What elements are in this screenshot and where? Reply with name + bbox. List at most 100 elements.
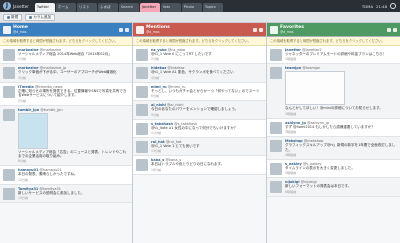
column-notice[interactable]: この領域を取得すると時間が短縮されます。どちらをクリックしてください。 [0, 37, 132, 46]
tab-photo[interactable]: Photo [181, 3, 202, 12]
avatar[interactable] [270, 181, 282, 194]
column-notice[interactable]: この領域を取得すると時間が短縮されます。どちらをクリックしてください。 [267, 37, 400, 46]
column-tools [119, 27, 129, 32]
tweet-time: 1分前 [18, 57, 27, 62]
tweet-body: 正確に知らせの場所を発表できる。位置情報やSNSで写真を共有できるWebサービス… [18, 88, 127, 98]
app-brand: J Janetter [0, 2, 32, 10]
close-icon[interactable] [125, 27, 129, 32]
tweet-header: teamjpn @teamjpn [285, 66, 321, 71]
tweet-item[interactable]: markezine @markezine ソーシャルメディア総会 2014年We… [0, 46, 132, 65]
column-mentions: Mentions @d_mas この領域を取得すると時間が短縮されます。どちらをク… [133, 23, 267, 243]
tab-twitter[interactable]: Twitter [34, 3, 55, 12]
tweet-item[interactable]: ashlynn_jp @ashlynn_jp すず @hami2014 もしかし… [267, 118, 400, 138]
home-icon [3, 25, 11, 34]
tab-home[interactable]: ホーム [55, 3, 76, 12]
column-notice[interactable]: この領域を取得すると時間が短縮されます。どちらをクリックしてください。 [133, 37, 266, 46]
tweet-item[interactable]: rui_hat @rui_hat @t1_1 Vote 1 とても良いです 13… [133, 138, 266, 157]
tweet-time: 16分前 [151, 167, 162, 172]
tweet-item[interactable]: s_takahash @s_takahash @t1_Vote A1 女性の中に… [133, 119, 266, 139]
column-title: Favorites @d_mas [280, 25, 305, 34]
column-favorites: Favorites @d_mas この領域を取得すると時間が短縮されます。どちらを… [267, 23, 400, 243]
tweet-time: 4時間前 [285, 153, 297, 158]
tweet-item[interactable]: tumblr_jpn @tumblr_jpn ソーシャルメディア総会「広告」のニ… [0, 105, 132, 167]
refresh-icon[interactable] [119, 27, 123, 32]
tweet-image[interactable] [18, 112, 48, 149]
star-icon [270, 25, 278, 34]
refresh-icon[interactable] [387, 27, 391, 32]
tweet-image[interactable] [285, 71, 345, 106]
avatar[interactable] [3, 67, 15, 80]
tweet-time: 11分前 [151, 131, 162, 136]
tweet-time: 13分前 [151, 149, 162, 154]
avatar[interactable] [136, 104, 148, 117]
tab-favs[interactable]: ふぁぼ [97, 3, 118, 12]
tweet-time: 5時間前 [285, 171, 297, 176]
tweet-time: 5分前 [18, 98, 27, 103]
tweet-item[interactable]: s_oakley @s_oakley タイムラインの表示を大きく変更しました。 … [267, 160, 400, 179]
avatar[interactable] [3, 187, 15, 200]
pencil-icon [7, 15, 10, 19]
tweet-item[interactable]: ITmedia @itmedia_news 正確に知らせの場所を発表できる。位置… [0, 82, 132, 106]
avatar[interactable] [136, 122, 148, 135]
tweet-item[interactable]: kana_s @kana_s 本日はトラブルや色とりどりの日になれます。 16分… [133, 156, 266, 175]
tweet-time: 2分前 [151, 57, 160, 62]
username[interactable]: TDMA [362, 4, 373, 9]
toolbar: 新規 カラム追加 [0, 12, 400, 23]
tweet-body: クリック単価が下がる中、ユーザーのアプローチがWeb最適化 [18, 70, 117, 75]
column-header-home: Home @d_mas [0, 23, 132, 37]
avatar[interactable] [136, 67, 148, 80]
tweet-body: グラフィックスキルアップ@hi」新規の新字を1年間で全面改訂しました。 [285, 143, 396, 152]
refresh-icon[interactable] [253, 27, 257, 32]
avatar[interactable] [270, 67, 282, 80]
tweet-item[interactable]: Tomitya31 @tomitya31 新しいサービスの説明会に参加しました。… [0, 184, 132, 204]
avatar[interactable] [136, 85, 148, 98]
tab-list[interactable]: リスト [76, 3, 97, 12]
add-column-button[interactable]: カラム追加 [25, 13, 56, 21]
top-bar: J Janetter Twitter ホーム リスト ふぁぼ Search ja… [0, 0, 400, 12]
tweet-time: 3時間前 [285, 130, 297, 135]
tab-search[interactable]: Search [118, 3, 139, 12]
avatar[interactable] [270, 140, 282, 153]
tweet-item[interactable]: mimi_ru @mimi_ru そっとし、いつもガチャ会とからか一つ「何やって… [133, 82, 266, 102]
tweet-time: 1時間前 [285, 57, 297, 62]
avatar[interactable] [3, 169, 15, 182]
tweet-item[interactable]: ai_nishi @ai_nishi 今日のあなたのパワーをメンションで確認しま… [133, 101, 266, 120]
gear-icon[interactable] [390, 3, 396, 9]
tab-strip: Twitter ホーム リスト ふぁぼ Search janetter list… [34, 0, 224, 12]
tab-topics[interactable]: Topics [202, 3, 223, 12]
tweet-time: 6分前 [151, 94, 160, 99]
close-icon[interactable] [393, 27, 397, 32]
add-column-label: カラム追加 [33, 14, 52, 19]
tweet-body: そっとし、いつもガチャ会とからか一つ「何やってない」のでスーツ [151, 88, 260, 93]
tab-lists[interactable]: lists [160, 3, 181, 12]
column-home: Home @d_mas この領域を取得すると時間が短縮されます。どちらをクリックし… [0, 23, 133, 243]
avatar[interactable] [3, 85, 15, 98]
avatar[interactable] [3, 49, 15, 61]
avatar[interactable] [136, 159, 148, 172]
tweet-item[interactable]: nz_yoko @nz_yoko @t1_1 Vote 0 にこってRT したい… [133, 46, 266, 65]
tweet-item[interactable]: markezine @markezine_jp クリック単価が下がる中、ユーザー… [0, 64, 132, 83]
avatar[interactable] [136, 49, 148, 61]
avatar[interactable] [3, 108, 15, 121]
tweet-item[interactable]: teamjpn @teamjpn なんとかしてほしい！@miniの詳細についてお… [267, 64, 400, 119]
tweet-time: 3分前 [18, 75, 27, 80]
close-icon[interactable] [259, 27, 263, 32]
avatar[interactable] [270, 49, 282, 61]
column-title: Mentions @d_mas [146, 25, 170, 34]
column-tools [253, 27, 263, 32]
tweet-time: 12分前 [18, 177, 29, 182]
column-header-mentions: Mentions @d_mas [133, 23, 266, 37]
tweet-time: 6時間前 [285, 189, 297, 194]
tweet-time: 4分前 [151, 75, 160, 80]
new-tweet-button[interactable]: 新規 [3, 13, 23, 21]
tweet-item[interactable]: Janetter @janetter2 ジャネッターのプレミアムモードの詳細や料… [267, 46, 400, 65]
avatar[interactable] [270, 121, 282, 134]
tab-janetter[interactable]: janetter [139, 3, 160, 12]
tweet-item[interactable]: Mekshop @mekshop グラフィックスキルアップ@hi」新規の新字を1… [267, 137, 400, 161]
tweet-time: 15分前 [18, 196, 29, 201]
tweet-item[interactable]: nijokigi @nijokigi 新しいフォーマットの発表会は本日です。 6… [267, 178, 400, 197]
tweet-item[interactable]: hamayu01 @hamayu01 本日の発表、素晴らしかったですね。 12分… [0, 166, 132, 185]
avatar[interactable] [270, 163, 282, 176]
avatar[interactable] [136, 141, 148, 154]
tweet-item[interactable]: hidekaz @hidekaz @t1_1 Vote A1 肌色、サクランボを… [133, 64, 266, 83]
